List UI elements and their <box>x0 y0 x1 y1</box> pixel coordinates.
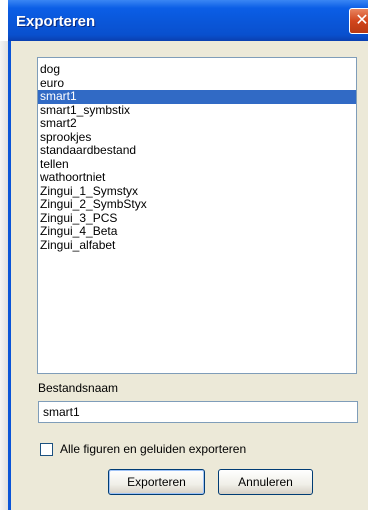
export-all-checkbox[interactable] <box>40 443 53 456</box>
dialog-title: Exporteren <box>16 13 96 30</box>
export-dialog: Exporteren ✕ dog euro smart1 smart1_symbsti… <box>8 0 368 510</box>
file-list[interactable]: dog euro smart1 smart1_symbstix smart2 sprook… <box>37 57 357 374</box>
list-item[interactable]: Zingui_alfabet <box>38 238 356 253</box>
list-item[interactable]: Zingui_3_PCS <box>38 211 356 226</box>
list-item[interactable]: smart1_symbstix <box>38 103 356 118</box>
filename-label: Bestandsnaam <box>38 381 119 395</box>
list-item[interactable]: dog <box>38 63 356 77</box>
list-item[interactable]: Zingui_2_SymbStyx <box>38 198 356 212</box>
list-item[interactable]: sprookjes <box>38 130 356 145</box>
export-button[interactable]: Exporteren <box>108 469 205 495</box>
list-item[interactable]: standaardbestand <box>38 144 356 158</box>
list-item[interactable]: euro <box>38 76 356 91</box>
list-item[interactable]: smart2 <box>38 117 356 131</box>
background-area <box>0 41 8 510</box>
close-icon[interactable]: ✕ <box>349 8 368 34</box>
title-bar: Exporteren ✕ <box>8 0 368 41</box>
list-item[interactable]: tellen <box>38 157 356 172</box>
list-item[interactable]: Zingui_4_Beta <box>38 225 356 239</box>
list-item[interactable]: smart1 <box>38 90 356 104</box>
list-item[interactable]: wathoortniet <box>38 171 356 185</box>
export-all-label[interactable]: Alle figuren en geluiden exporteren <box>60 442 246 456</box>
cancel-button[interactable]: Annuleren <box>218 469 313 495</box>
filename-input[interactable] <box>38 401 358 423</box>
list-item[interactable]: Zingui_1_Symstyx <box>38 184 356 199</box>
